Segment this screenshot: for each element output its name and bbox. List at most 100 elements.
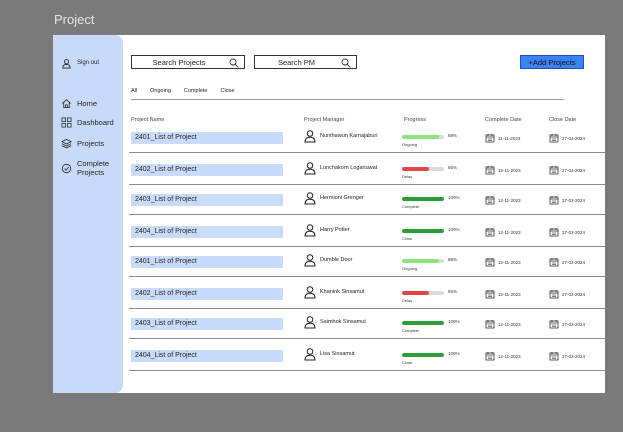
progress-bar	[402, 259, 444, 263]
progress-fill	[402, 259, 439, 263]
calendar-icon	[549, 320, 559, 329]
add-projects-button[interactable]: +Add Projects	[520, 55, 584, 69]
complete-date-value: 11-11-2023	[498, 135, 521, 141]
progress-fill	[402, 167, 430, 171]
close-date: 27-03-2024	[549, 133, 585, 143]
dashboard-icon	[61, 117, 72, 128]
complete-date-value: 12-11-2023	[498, 229, 521, 235]
sidebar-item-label: Home	[77, 99, 98, 108]
table-row[interactable]: 2403_List of Project Hermioni Grenger 100%…	[129, 185, 605, 215]
close-date-value: 27-03-2024	[562, 321, 586, 327]
close-date: 27-03-2024	[549, 351, 585, 361]
close-date: 27-03-2024	[549, 227, 585, 237]
sidebar-item-home[interactable]: Home	[61, 98, 97, 109]
sign-out-button[interactable]: Sign out	[61, 58, 99, 69]
page-title: Project	[54, 12, 95, 27]
project-manager: Lisa Sinsamut	[303, 347, 355, 361]
row-divider	[129, 338, 605, 339]
progress-bar	[402, 291, 444, 295]
status-badge: Complete	[402, 204, 420, 209]
progress-cell: 88% Ongoing	[402, 132, 472, 148]
row-divider	[129, 370, 605, 371]
calendar-icon	[549, 290, 559, 299]
layers-icon	[61, 138, 72, 149]
sidebar-item-complete-projects[interactable]: Complete Projects	[61, 159, 121, 177]
progress-bar	[402, 321, 444, 325]
complete-date: 12-11-2023	[485, 195, 521, 205]
calendar-icon	[485, 196, 495, 205]
complete-date-value: 12-11-2023	[498, 321, 521, 327]
user-icon	[304, 254, 316, 267]
progress-percent: 100%	[448, 319, 460, 324]
progress-percent: 65%	[448, 165, 458, 170]
calendar-icon	[549, 228, 559, 237]
progress-fill	[402, 291, 430, 295]
project-name[interactable]: 2403_List of Project	[131, 318, 283, 330]
calendar-icon	[485, 258, 495, 267]
progress-fill	[402, 321, 444, 325]
status-badge: Close	[402, 360, 413, 365]
progress-fill	[402, 353, 444, 357]
sidebar-item-label: Complete Projects	[77, 159, 110, 177]
complete-date: 12-11-2023	[485, 351, 521, 361]
complete-date-value: 12-11-2023	[498, 197, 521, 203]
search-pm-placeholder: Search PM	[277, 57, 316, 67]
calendar-icon	[485, 290, 495, 299]
table-row[interactable]: 2402_List of Project Khanink Sinsamut 65% D…	[129, 279, 605, 309]
project-name[interactable]: 2401_List of Project	[131, 132, 283, 144]
row-divider	[129, 276, 605, 277]
search-pm-input[interactable]: Search PM	[254, 55, 357, 69]
search-projects-placeholder: Search Projects	[152, 57, 206, 67]
user-icon	[304, 286, 316, 299]
table-row[interactable]: 2402_List of Project Lunchakorn Loganuwat…	[129, 155, 605, 185]
calendar-icon	[549, 196, 559, 205]
project-manager-name: Lisa Sinsamut	[320, 351, 355, 357]
calendar-icon	[485, 228, 495, 237]
project-name[interactable]: 2404_List of Project	[131, 350, 283, 362]
progress-cell: 100% Complete	[402, 318, 472, 334]
table-row[interactable]: 2404_List of Project Harry Potter 100% Clos…	[129, 217, 605, 247]
project-name[interactable]: 2402_List of Project	[131, 164, 283, 176]
project-name[interactable]: 2401_List of Project	[131, 256, 283, 268]
progress-cell: 100% Close	[402, 226, 472, 242]
close-date-value: 27-03-2024	[562, 197, 586, 203]
user-icon	[304, 130, 316, 143]
complete-date: 12-11-2023	[485, 165, 521, 175]
table-row[interactable]: 2403_List of Project Saimhok Sinsamut 100%…	[129, 309, 605, 339]
row-divider	[129, 152, 605, 153]
calendar-icon	[549, 166, 559, 175]
search-projects-input[interactable]: Search Projects	[131, 55, 245, 69]
progress-bar	[402, 135, 444, 139]
sidebar-item-projects[interactable]: Projects	[61, 138, 104, 149]
sidebar-item-dashboard[interactable]: Dashboard	[61, 117, 114, 128]
home-icon	[62, 99, 71, 109]
table-row[interactable]: 2401_List of Project Dumble Door 88% Ongoin…	[129, 247, 605, 277]
status-badge: Delay	[402, 298, 413, 303]
progress-bar	[402, 353, 444, 357]
close-date: 27-03-2024	[549, 195, 585, 205]
table-row[interactable]: 2404_List of Project Lisa Sinsamut 100% Clo…	[129, 341, 605, 371]
complete-date: 12-11-2023	[485, 289, 521, 299]
status-badge: Complete	[402, 328, 420, 333]
progress-percent: 100%	[448, 195, 460, 200]
complete-date: 12-11-2023	[485, 227, 521, 237]
close-date-value: 27-03-2024	[562, 229, 586, 235]
sidebar-item-label: Projects	[77, 139, 105, 148]
status-badge: Delay	[402, 174, 413, 179]
project-name[interactable]: 2404_List of Project	[131, 226, 283, 238]
project-name[interactable]: 2403_List of Project	[131, 194, 283, 206]
complete-date-value: 12-11-2023	[498, 259, 521, 265]
sidebar-item-label: Dashboard	[77, 118, 114, 127]
progress-fill	[402, 135, 439, 139]
project-name[interactable]: 2402_List of Project	[131, 288, 283, 300]
filter-divider	[131, 99, 564, 100]
status-badge: Ongoing	[402, 266, 418, 271]
status-badge: Close	[402, 236, 413, 241]
table-row[interactable]: 2401_List of Project Nunthawun Karnajabur…	[129, 123, 605, 153]
calendar-icon	[549, 352, 559, 361]
progress-bar	[402, 229, 444, 233]
user-icon	[62, 59, 71, 69]
row-divider	[129, 214, 605, 215]
app-frame: Sign out Home Dashboard Projects Complet…	[53, 35, 605, 393]
status-badge: Ongoing	[402, 142, 418, 147]
